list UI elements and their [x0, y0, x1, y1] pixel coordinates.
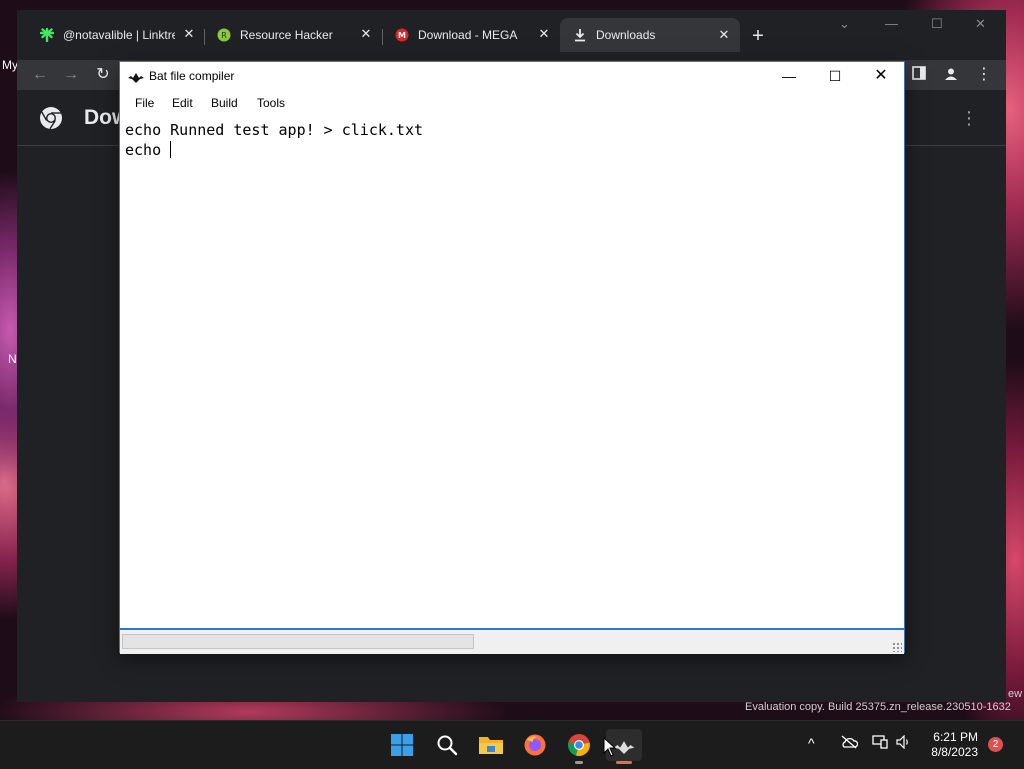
- close-icon[interactable]: ✕: [975, 16, 986, 32]
- text-caret: [170, 141, 172, 158]
- evaluation-watermark: Evaluation copy. Build 25375.zn_release.…: [745, 701, 1011, 713]
- close-tab-icon[interactable]: ✕: [358, 26, 374, 42]
- menu-edit[interactable]: Edit: [172, 96, 193, 110]
- tab-title: Download - MEGA: [418, 28, 518, 42]
- desktop-label: My: [2, 58, 18, 72]
- bat-icon: [128, 73, 144, 83]
- tab-title: @notavalible | Linktre: [63, 28, 175, 42]
- svg-text:R: R: [221, 31, 227, 40]
- file-explorer-icon[interactable]: [475, 729, 507, 761]
- tab-strip: @notavalible | Linktre ✕ R Resource Hack…: [17, 10, 1006, 60]
- firefox-icon[interactable]: [519, 729, 551, 761]
- minimize-icon[interactable]: —: [885, 16, 898, 31]
- forward-icon[interactable]: →: [62, 66, 80, 84]
- back-icon[interactable]: ←: [31, 66, 49, 84]
- code-text: echo Runned test app! > click.txt echo: [125, 120, 423, 160]
- profile-icon[interactable]: [942, 66, 960, 84]
- close-button[interactable]: ✕: [858, 62, 904, 90]
- start-icon[interactable]: [386, 729, 418, 761]
- download-icon: [572, 27, 588, 43]
- close-tab-icon[interactable]: ✕: [716, 27, 732, 43]
- tab-downloads[interactable]: Downloads ✕: [560, 18, 740, 52]
- window-titlebar[interactable]: Bat file compiler — ☐ ✕: [120, 62, 904, 90]
- menu-build[interactable]: Build: [211, 96, 238, 110]
- menu-icon[interactable]: ⋮: [975, 66, 993, 84]
- code-editor[interactable]: echo Runned test app! > click.txt echo: [120, 116, 904, 628]
- desktop-label: N: [8, 352, 17, 366]
- active-indicator: [616, 761, 632, 764]
- maximize-icon[interactable]: ☐: [931, 16, 943, 32]
- code-line: echo: [125, 141, 171, 159]
- mouse-cursor-icon: [603, 737, 616, 757]
- volume-icon[interactable]: [896, 734, 912, 752]
- tab-divider: [204, 29, 205, 45]
- watermark-edge: ew: [1008, 688, 1023, 700]
- maximize-button[interactable]: ☐: [812, 62, 858, 90]
- onedrive-icon[interactable]: [840, 735, 859, 752]
- search-icon[interactable]: [431, 729, 463, 761]
- clock-time: 6:21 PM: [933, 730, 978, 744]
- running-indicator: [575, 761, 583, 764]
- chrome-logo-icon: [40, 107, 62, 130]
- reload-icon[interactable]: ↻: [94, 66, 112, 84]
- tab-divider: [382, 29, 383, 45]
- menu-bar: File Edit Build Tools: [120, 92, 904, 114]
- tab-resource-hacker[interactable]: R Resource Hacker ✕: [216, 24, 374, 46]
- close-tab-icon[interactable]: ✕: [536, 26, 552, 42]
- tab-linktree[interactable]: @notavalible | Linktre ✕: [39, 24, 197, 46]
- side-panel-icon[interactable]: [910, 66, 928, 84]
- notification-badge[interactable]: 2: [988, 737, 1003, 752]
- tab-search-icon[interactable]: ⌄: [839, 16, 850, 32]
- status-area: [120, 628, 904, 654]
- menu-file[interactable]: File: [135, 96, 154, 110]
- show-hidden-icons-icon[interactable]: ^: [808, 735, 815, 751]
- minimize-button[interactable]: —: [766, 62, 812, 90]
- chrome-icon[interactable]: [563, 729, 595, 764]
- new-tab-button[interactable]: +: [747, 25, 769, 47]
- resize-grip-icon[interactable]: [892, 642, 902, 652]
- svg-text:M: M: [398, 31, 406, 40]
- taskbar: ^ 6:21 PM 8/8/2023 2: [0, 720, 1024, 769]
- resource-hacker-icon: R: [216, 27, 232, 43]
- linktree-icon: [39, 27, 55, 43]
- tab-mega[interactable]: M Download - MEGA ✕: [394, 24, 552, 46]
- tab-title: Resource Hacker: [240, 28, 333, 42]
- mega-icon: M: [394, 27, 410, 43]
- window-title: Bat file compiler: [149, 69, 235, 83]
- network-icon[interactable]: [872, 735, 888, 752]
- clock-date: 8/8/2023: [931, 745, 978, 759]
- close-tab-icon[interactable]: ✕: [181, 26, 197, 42]
- horizontal-scrollbar[interactable]: [122, 634, 474, 649]
- code-line: echo Runned test app! > click.txt: [125, 121, 424, 139]
- system-clock[interactable]: 6:21 PM 8/8/2023: [926, 730, 978, 760]
- bat-compiler-window: Bat file compiler — ☐ ✕ File Edit Build …: [120, 62, 904, 654]
- tab-title: Downloads: [596, 28, 656, 42]
- menu-tools[interactable]: Tools: [257, 96, 285, 110]
- more-actions-icon[interactable]: ⋮: [960, 108, 978, 129]
